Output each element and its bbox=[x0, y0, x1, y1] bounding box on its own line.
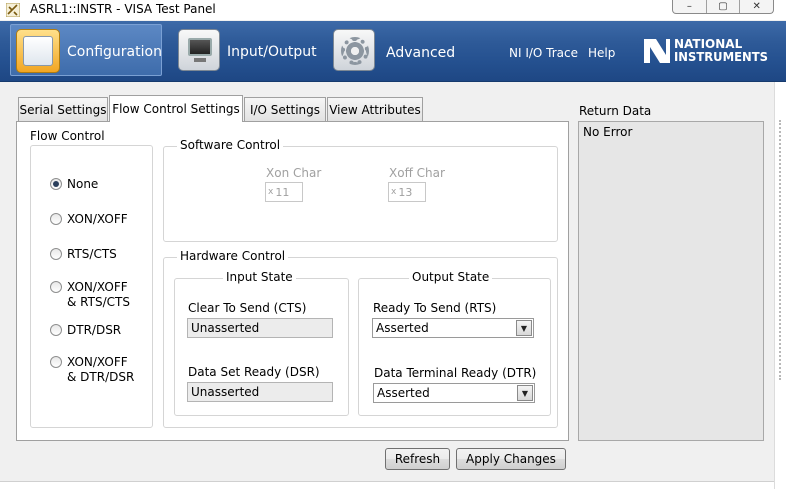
apply-changes-button[interactable]: Apply Changes bbox=[456, 448, 566, 470]
radio-label: XON/XOFF bbox=[67, 212, 128, 226]
app-icon bbox=[6, 3, 20, 17]
dsr-label: Data Set Ready (DSR) bbox=[188, 365, 320, 379]
rts-label: Ready To Send (RTS) bbox=[373, 301, 497, 315]
radio-label: None bbox=[67, 177, 99, 191]
software-control-group: Software Control bbox=[163, 138, 558, 242]
radio-button[interactable] bbox=[50, 178, 62, 190]
output-state-title: Output State bbox=[409, 270, 493, 284]
cts-label: Clear To Send (CTS) bbox=[188, 301, 307, 315]
nav-advanced-label[interactable]: Advanced bbox=[386, 45, 455, 61]
radio-button[interactable] bbox=[50, 213, 62, 225]
advanced-gear-icon[interactable] bbox=[333, 29, 375, 71]
return-data-box: No Error bbox=[578, 121, 764, 441]
xon-char-value: 11 bbox=[275, 185, 290, 199]
return-data-value: No Error bbox=[583, 125, 633, 139]
xoff-char-label: Xoff Char bbox=[389, 166, 445, 180]
radio-label-line1: XON/XOFF bbox=[67, 355, 128, 369]
input-output-icon[interactable] bbox=[178, 29, 220, 71]
radio-label: XON/XOFF & DTR/DSR bbox=[67, 355, 134, 385]
minimize-button[interactable]: – bbox=[673, 0, 707, 13]
radio-none[interactable]: None bbox=[50, 177, 98, 192]
tab-io-settings[interactable]: I/O Settings bbox=[244, 97, 326, 121]
nav-configuration-label[interactable]: Configuration bbox=[67, 44, 162, 60]
xoff-char-value: 13 bbox=[398, 185, 413, 199]
rts-selected-value: Asserted bbox=[376, 321, 429, 335]
xon-char-input[interactable]: x 11 bbox=[265, 182, 303, 202]
splitter-handle[interactable] bbox=[779, 120, 781, 380]
radio-label: DTR/DSR bbox=[67, 323, 122, 337]
input-state-title: Input State bbox=[223, 270, 296, 284]
flow-control-title: Flow Control bbox=[30, 129, 105, 143]
svg-text:NATIONAL: NATIONAL bbox=[674, 37, 743, 51]
radio-label-line2: & RTS/CTS bbox=[67, 295, 130, 309]
radio-button[interactable] bbox=[50, 248, 62, 260]
national-instruments-logo: NATIONAL INSTRUMENTS bbox=[644, 37, 768, 64]
configuration-icon[interactable] bbox=[16, 29, 60, 73]
radio-label: XON/XOFF & RTS/CTS bbox=[67, 280, 130, 310]
radio-rts-cts[interactable]: RTS/CTS bbox=[50, 247, 117, 262]
return-data-title: Return Data bbox=[579, 104, 652, 118]
dropdown-arrow-icon[interactable]: ▼ bbox=[517, 385, 533, 401]
radio-xon-xoff-dtr-dsr[interactable]: XON/XOFF & DTR/DSR bbox=[50, 355, 134, 385]
radio-label-line1: XON/XOFF bbox=[67, 280, 128, 294]
radio-button[interactable] bbox=[50, 324, 62, 336]
hardware-control-title: Hardware Control bbox=[177, 249, 289, 263]
dtr-select[interactable]: Asserted ▼ bbox=[373, 383, 535, 403]
tab-serial-settings[interactable]: Serial Settings bbox=[18, 97, 108, 121]
hex-prefix: x bbox=[391, 187, 397, 197]
radio-label-line2: & DTR/DSR bbox=[67, 370, 135, 384]
dtr-label: Data Terminal Ready (DTR) bbox=[374, 366, 537, 380]
dsr-value-field: Unasserted bbox=[187, 382, 333, 402]
maximize-button[interactable]: ▢ bbox=[707, 0, 741, 13]
radio-dtr-dsr[interactable]: DTR/DSR bbox=[50, 323, 121, 338]
software-control-title: Software Control bbox=[177, 138, 284, 152]
rts-select[interactable]: Asserted ▼ bbox=[372, 318, 534, 338]
dtr-selected-value: Asserted bbox=[377, 386, 430, 400]
close-button[interactable]: ✕ bbox=[740, 0, 773, 13]
radio-label: RTS/CTS bbox=[67, 247, 117, 261]
xon-char-label: Xon Char bbox=[266, 166, 322, 180]
window-title: ASRL1::INSTR - VISA Test Panel bbox=[30, 2, 216, 16]
radio-button[interactable] bbox=[50, 356, 62, 368]
radio-xon-xoff-rts-cts[interactable]: XON/XOFF & RTS/CTS bbox=[50, 280, 130, 310]
nav-input-output-label[interactable]: Input/Output bbox=[227, 44, 317, 60]
tab-flow-control-settings[interactable]: Flow Control Settings bbox=[109, 95, 243, 122]
cts-value-field: Unasserted bbox=[187, 318, 333, 338]
radio-xon-xoff[interactable]: XON/XOFF bbox=[50, 212, 128, 227]
nav-ni-io-trace-link[interactable]: NI I/O Trace bbox=[509, 46, 578, 60]
hex-prefix: x bbox=[268, 187, 274, 197]
svg-text:INSTRUMENTS: INSTRUMENTS bbox=[674, 50, 768, 64]
nav-help-link[interactable]: Help bbox=[588, 46, 615, 60]
xoff-char-input[interactable]: x 13 bbox=[388, 182, 426, 202]
tab-view-attributes[interactable]: View Attributes bbox=[327, 97, 423, 121]
radio-button[interactable] bbox=[50, 281, 62, 293]
status-bar bbox=[0, 481, 774, 489]
dropdown-arrow-icon[interactable]: ▼ bbox=[516, 320, 532, 336]
window-controls: – ▢ ✕ bbox=[672, 0, 774, 14]
refresh-button[interactable]: Refresh bbox=[385, 448, 450, 470]
